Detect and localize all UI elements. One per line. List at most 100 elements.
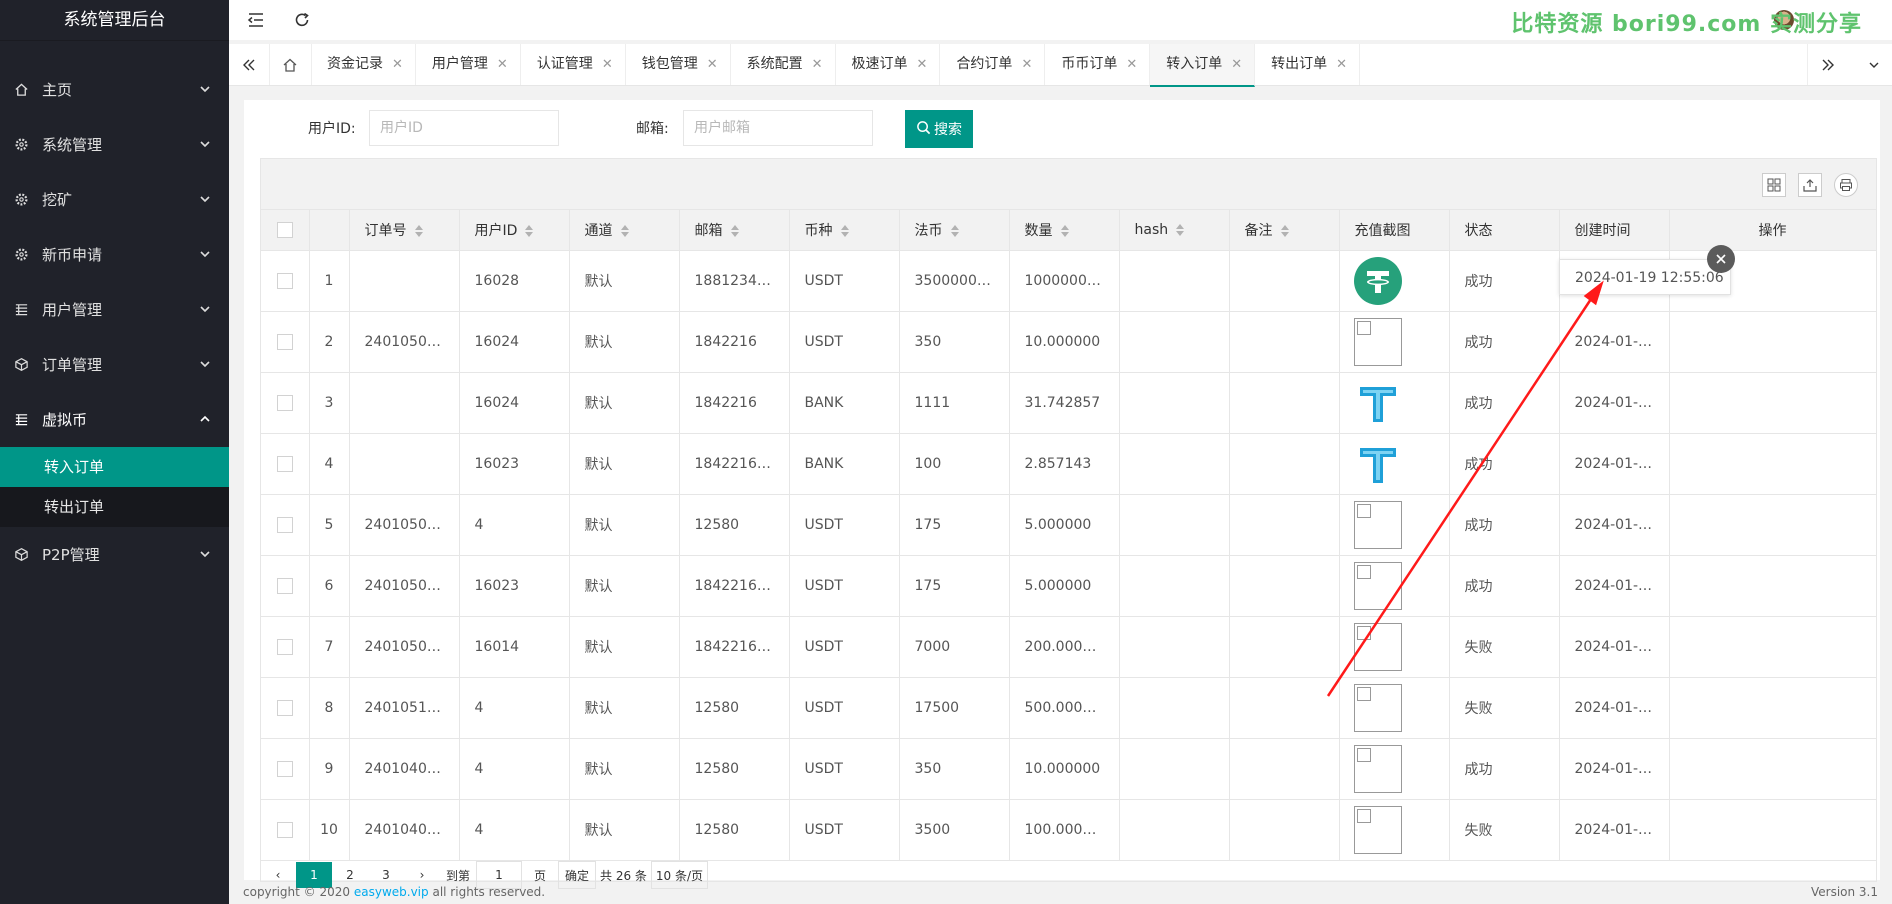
close-icon[interactable]: ✕ xyxy=(917,44,928,85)
sidebar-item-mining[interactable]: 挖矿 xyxy=(0,172,229,227)
image-placeholder[interactable] xyxy=(1353,562,1402,610)
uid-input[interactable] xyxy=(369,110,559,146)
sort-icon[interactable] xyxy=(950,225,959,237)
sidebar-item-users[interactable]: 用户管理 xyxy=(0,282,229,337)
col-order-no[interactable]: 订单号 xyxy=(349,210,460,251)
col-actions: 操作 xyxy=(1669,210,1876,251)
tab-contract-orders[interactable]: 合约订单 ✕ xyxy=(940,44,1046,85)
row-checkbox[interactable] xyxy=(276,334,293,350)
t-logo-icon[interactable] xyxy=(1354,379,1402,427)
cell-order: 24010408… xyxy=(349,799,460,861)
close-icon[interactable]: ✕ xyxy=(1126,44,1137,85)
row-checkbox[interactable] xyxy=(276,761,293,777)
refresh-icon[interactable] xyxy=(292,10,312,30)
row-select-cell xyxy=(261,250,310,312)
image-placeholder[interactable] xyxy=(1353,806,1402,854)
sidebar-item-label: 挖矿 xyxy=(42,191,73,209)
footer-link[interactable]: easyweb.vip xyxy=(354,885,429,899)
sidebar-item-new-coin[interactable]: 新币申请 xyxy=(0,227,229,282)
page-size-select[interactable]: 10 条/页 xyxy=(650,861,709,889)
close-icon[interactable] xyxy=(1707,245,1735,273)
sort-icon[interactable] xyxy=(730,225,739,237)
close-icon[interactable]: ✕ xyxy=(602,44,613,85)
chevron-down-icon xyxy=(199,191,211,209)
row-checkbox[interactable] xyxy=(276,822,293,838)
row-checkbox[interactable] xyxy=(276,517,293,533)
sidebar-subitem-withdraw-orders[interactable]: 转出订单 xyxy=(0,487,229,527)
tab-deposit-orders[interactable]: 转入订单 ✕ xyxy=(1150,44,1256,87)
sort-icon[interactable] xyxy=(1176,224,1185,236)
sidebar-item-orders[interactable]: 订单管理 xyxy=(0,337,229,392)
image-placeholder[interactable] xyxy=(1353,501,1402,549)
image-placeholder[interactable] xyxy=(1353,623,1402,671)
close-icon[interactable]: ✕ xyxy=(707,44,718,85)
home-tab-icon[interactable] xyxy=(269,44,312,85)
index-header xyxy=(309,210,350,251)
sort-icon[interactable] xyxy=(525,225,534,237)
row-checkbox[interactable] xyxy=(276,700,293,716)
t-logo-icon[interactable] xyxy=(1354,440,1402,488)
cell-email: 184221652 xyxy=(679,555,790,617)
col-user-id[interactable]: 用户ID xyxy=(459,210,570,251)
tab-withdraw-orders[interactable]: 转出订单 ✕ xyxy=(1255,44,1361,85)
tab-user-management[interactable]: 用户管理 ✕ xyxy=(416,44,521,85)
sort-icon[interactable] xyxy=(1280,225,1289,237)
col-fiat[interactable]: 法币 xyxy=(899,210,1010,251)
cell-fiat: 3500 xyxy=(899,799,1010,861)
goto-confirm-button[interactable]: 确定 xyxy=(558,861,596,889)
tab-fund-records[interactable]: 资金记录 ✕ xyxy=(311,44,416,85)
image-placeholder[interactable] xyxy=(1353,318,1402,366)
search-button[interactable]: 搜索 xyxy=(905,110,973,148)
col-quantity[interactable]: 数量 xyxy=(1009,210,1120,251)
sidebar-item-system[interactable]: 系统管理 xyxy=(0,117,229,172)
cell-actions xyxy=(1669,677,1876,739)
row-checkbox[interactable] xyxy=(276,639,293,655)
row-checkbox[interactable] xyxy=(276,395,293,411)
sidebar-item-p2p[interactable]: P2P管理 xyxy=(0,527,229,582)
col-channel[interactable]: 通道 xyxy=(569,210,680,251)
email-input[interactable] xyxy=(683,110,873,146)
tab-system-config[interactable]: 系统配置 ✕ xyxy=(731,44,836,85)
sort-icon[interactable] xyxy=(620,225,629,237)
sidebar-item-virtual-coin[interactable]: 虚拟币 xyxy=(0,392,229,447)
collapse-menu-icon[interactable] xyxy=(246,10,266,30)
col-label: 用户ID xyxy=(474,223,518,239)
row-checkbox[interactable] xyxy=(276,578,293,594)
row-checkbox[interactable] xyxy=(276,273,293,289)
close-icon[interactable]: ✕ xyxy=(812,44,823,85)
col-email[interactable]: 邮箱 xyxy=(679,210,790,251)
cell-status: 成功 xyxy=(1449,555,1560,617)
sidebar-subitem-deposit-orders[interactable]: 转入订单 xyxy=(0,447,229,487)
tab-auth-management[interactable]: 认证管理 ✕ xyxy=(521,44,626,85)
close-icon[interactable]: ✕ xyxy=(1231,44,1242,85)
tabs-more-icon[interactable] xyxy=(1866,44,1882,85)
tab-coin-orders[interactable]: 币币订单 ✕ xyxy=(1045,44,1151,85)
sort-icon[interactable] xyxy=(840,225,849,237)
close-icon[interactable]: ✕ xyxy=(392,44,403,85)
columns-filter-icon[interactable] xyxy=(1762,173,1786,197)
cell-remark xyxy=(1229,799,1340,861)
row-select-cell xyxy=(261,372,310,434)
gear-icon xyxy=(13,192,29,208)
tabs-scroll-left-icon[interactable] xyxy=(229,44,270,85)
sidebar-item-home[interactable]: 主页 xyxy=(0,62,229,117)
tether-logo-icon[interactable] xyxy=(1353,257,1402,305)
image-placeholder[interactable] xyxy=(1353,745,1402,793)
select-all-checkbox[interactable] xyxy=(276,222,293,238)
row-checkbox[interactable] xyxy=(276,456,293,472)
export-icon[interactable] xyxy=(1798,173,1822,197)
close-icon[interactable]: ✕ xyxy=(1021,44,1032,85)
sort-icon[interactable] xyxy=(1060,225,1069,237)
sort-icon[interactable] xyxy=(414,225,423,237)
print-icon[interactable] xyxy=(1834,173,1858,197)
cell-channel: 默认 xyxy=(569,250,680,312)
close-icon[interactable]: ✕ xyxy=(497,44,508,85)
col-remark[interactable]: 备注 xyxy=(1229,210,1340,251)
col-hash[interactable]: hash xyxy=(1119,210,1230,251)
tabs-scroll-right-icon[interactable] xyxy=(1807,44,1848,85)
tab-express-orders[interactable]: 极速订单 ✕ xyxy=(836,44,941,85)
col-coin[interactable]: 币种 xyxy=(789,210,900,251)
image-placeholder[interactable] xyxy=(1353,684,1402,732)
close-icon[interactable]: ✕ xyxy=(1336,44,1347,85)
tab-wallet-management[interactable]: 钱包管理 ✕ xyxy=(626,44,731,85)
